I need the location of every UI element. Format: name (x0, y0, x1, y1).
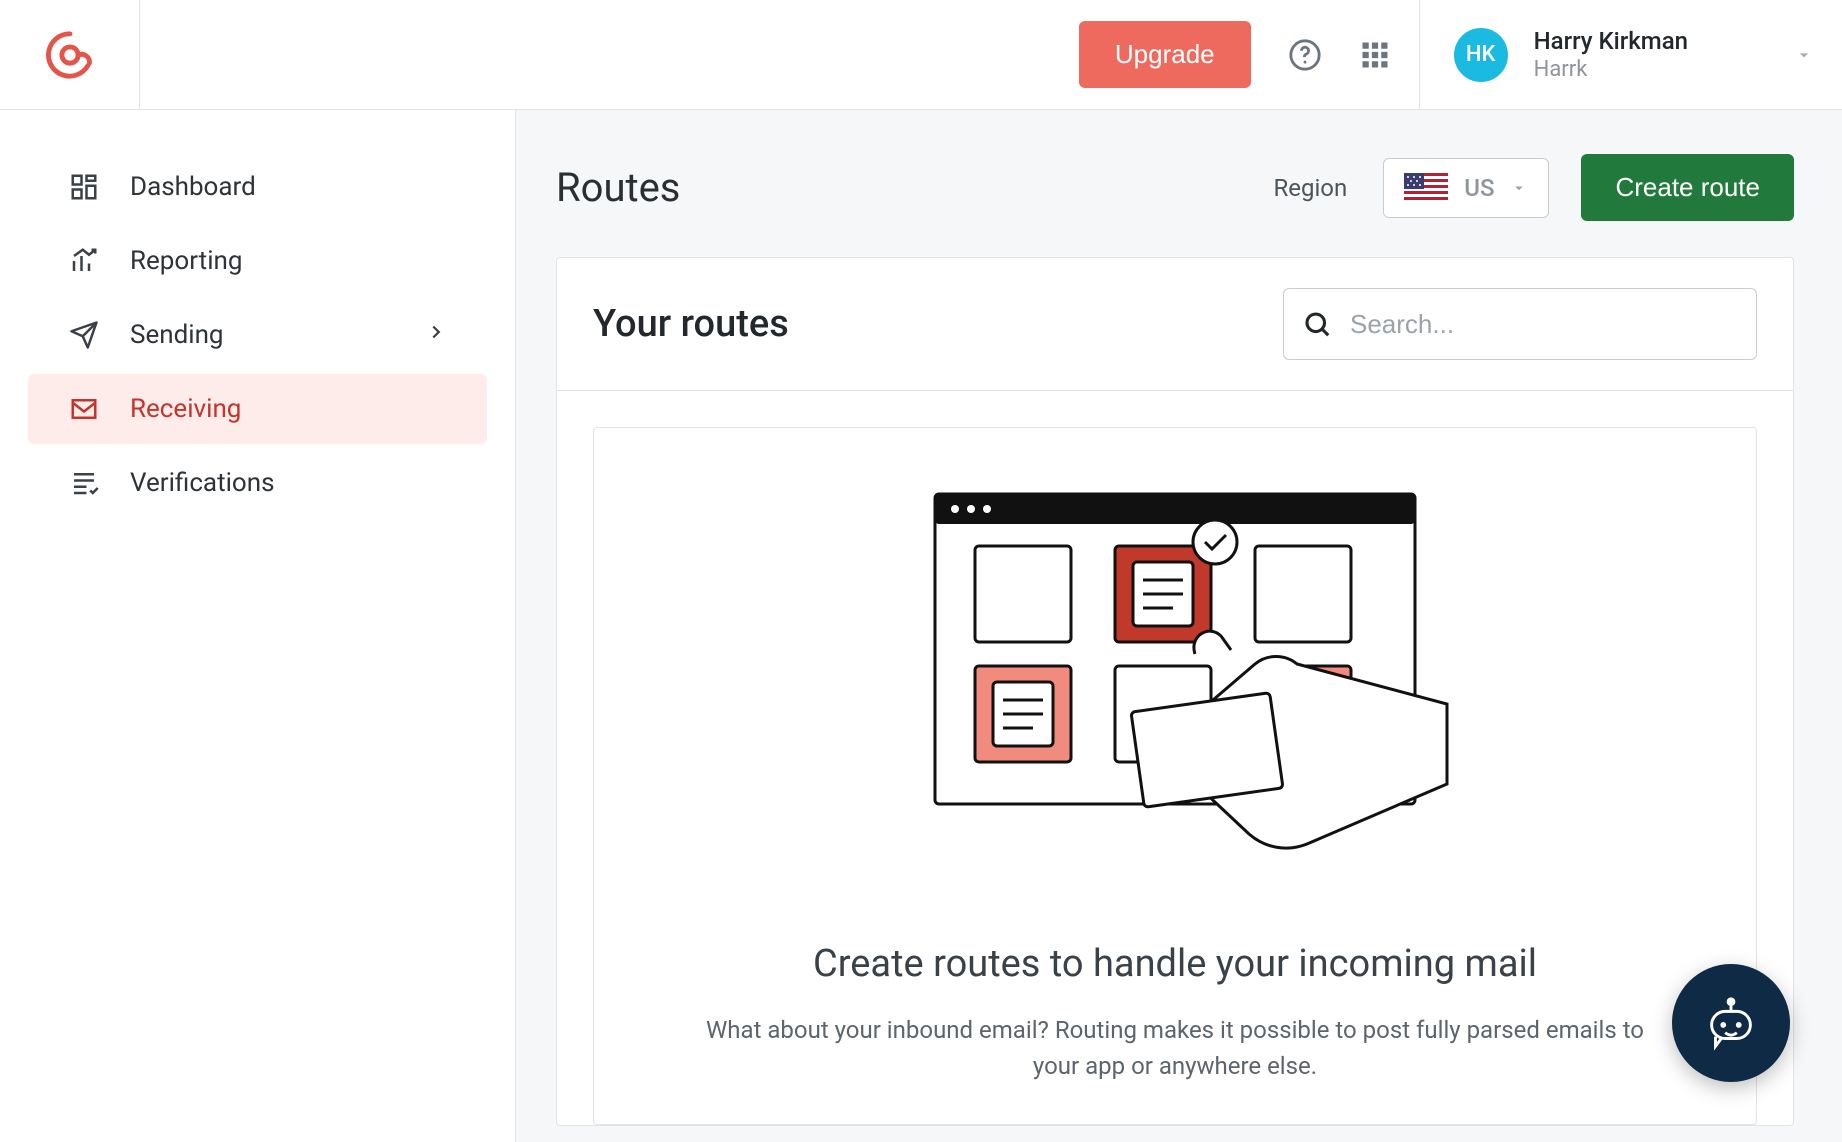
search-input[interactable] (1350, 309, 1738, 340)
routes-card: Your routes (556, 257, 1794, 1126)
page-title: Routes (556, 164, 680, 211)
chevron-down-icon (1510, 179, 1528, 197)
help-icon (1288, 38, 1322, 72)
empty-state: Create routes to handle your incoming ma… (593, 427, 1757, 1125)
search-icon (1302, 309, 1332, 339)
body: Dashboard Reporting Sending Receiving (0, 110, 1842, 1142)
sidebar-item-label: Verifications (130, 468, 275, 498)
create-route-button[interactable]: Create route (1581, 154, 1794, 221)
region-select[interactable]: US (1383, 158, 1549, 218)
sidebar-item-receiving[interactable]: Receiving (28, 374, 487, 444)
chevron-right-icon (425, 320, 447, 350)
region-code: US (1464, 174, 1494, 202)
sidebar-item-label: Dashboard (130, 172, 256, 202)
user-name: Harry Kirkman (1534, 26, 1688, 56)
receiving-icon (68, 393, 100, 425)
empty-description: What about your inbound email? Routing m… (685, 1012, 1665, 1084)
chatbot-icon (1700, 992, 1762, 1054)
dashboard-icon (68, 171, 100, 203)
sidebar-item-sending[interactable]: Sending (28, 300, 487, 370)
upgrade-button[interactable]: Upgrade (1079, 21, 1251, 88)
user-menu[interactable]: HK Harry Kirkman Harrk (1419, 0, 1842, 109)
logo-cell (0, 0, 140, 109)
page-header: Routes Region US Create route (516, 110, 1842, 257)
sidebar-item-label: Receiving (130, 394, 241, 424)
apps-grid-button[interactable] (1349, 29, 1401, 81)
sidebar-item-dashboard[interactable]: Dashboard (28, 152, 487, 222)
sidebar-item-label: Reporting (130, 246, 242, 276)
app-logo-icon (44, 29, 96, 81)
topbar: Upgrade HK Harry Kirkman Harrk (0, 0, 1842, 110)
empty-title: Create routes to handle your incoming ma… (813, 942, 1537, 986)
reporting-icon (68, 245, 100, 277)
top-right: Upgrade HK Harry Kirkman Harrk (1079, 0, 1842, 109)
help-button[interactable] (1279, 29, 1331, 81)
sidebar-item-verifications[interactable]: Verifications (28, 448, 487, 518)
us-flag-icon (1404, 173, 1448, 203)
user-text: Harry Kirkman Harrk (1534, 26, 1688, 84)
sidebar-item-reporting[interactable]: Reporting (28, 226, 487, 296)
routes-illustration-icon (895, 484, 1455, 894)
card-title: Your routes (593, 302, 789, 346)
main: Routes Region US Create route Your route… (516, 110, 1842, 1142)
apps-grid-icon (1360, 40, 1390, 70)
card-header: Your routes (557, 258, 1793, 391)
sidebar-item-label: Sending (130, 320, 224, 350)
verifications-icon (68, 467, 100, 499)
user-org: Harrk (1534, 56, 1688, 84)
chatbot-button[interactable] (1672, 964, 1790, 1082)
search-wrap[interactable] (1283, 288, 1757, 360)
chevron-down-icon (1794, 45, 1814, 65)
sending-icon (68, 319, 100, 351)
avatar: HK (1454, 28, 1508, 82)
region-label: Region (1273, 174, 1347, 202)
sidebar: Dashboard Reporting Sending Receiving (0, 110, 516, 1142)
